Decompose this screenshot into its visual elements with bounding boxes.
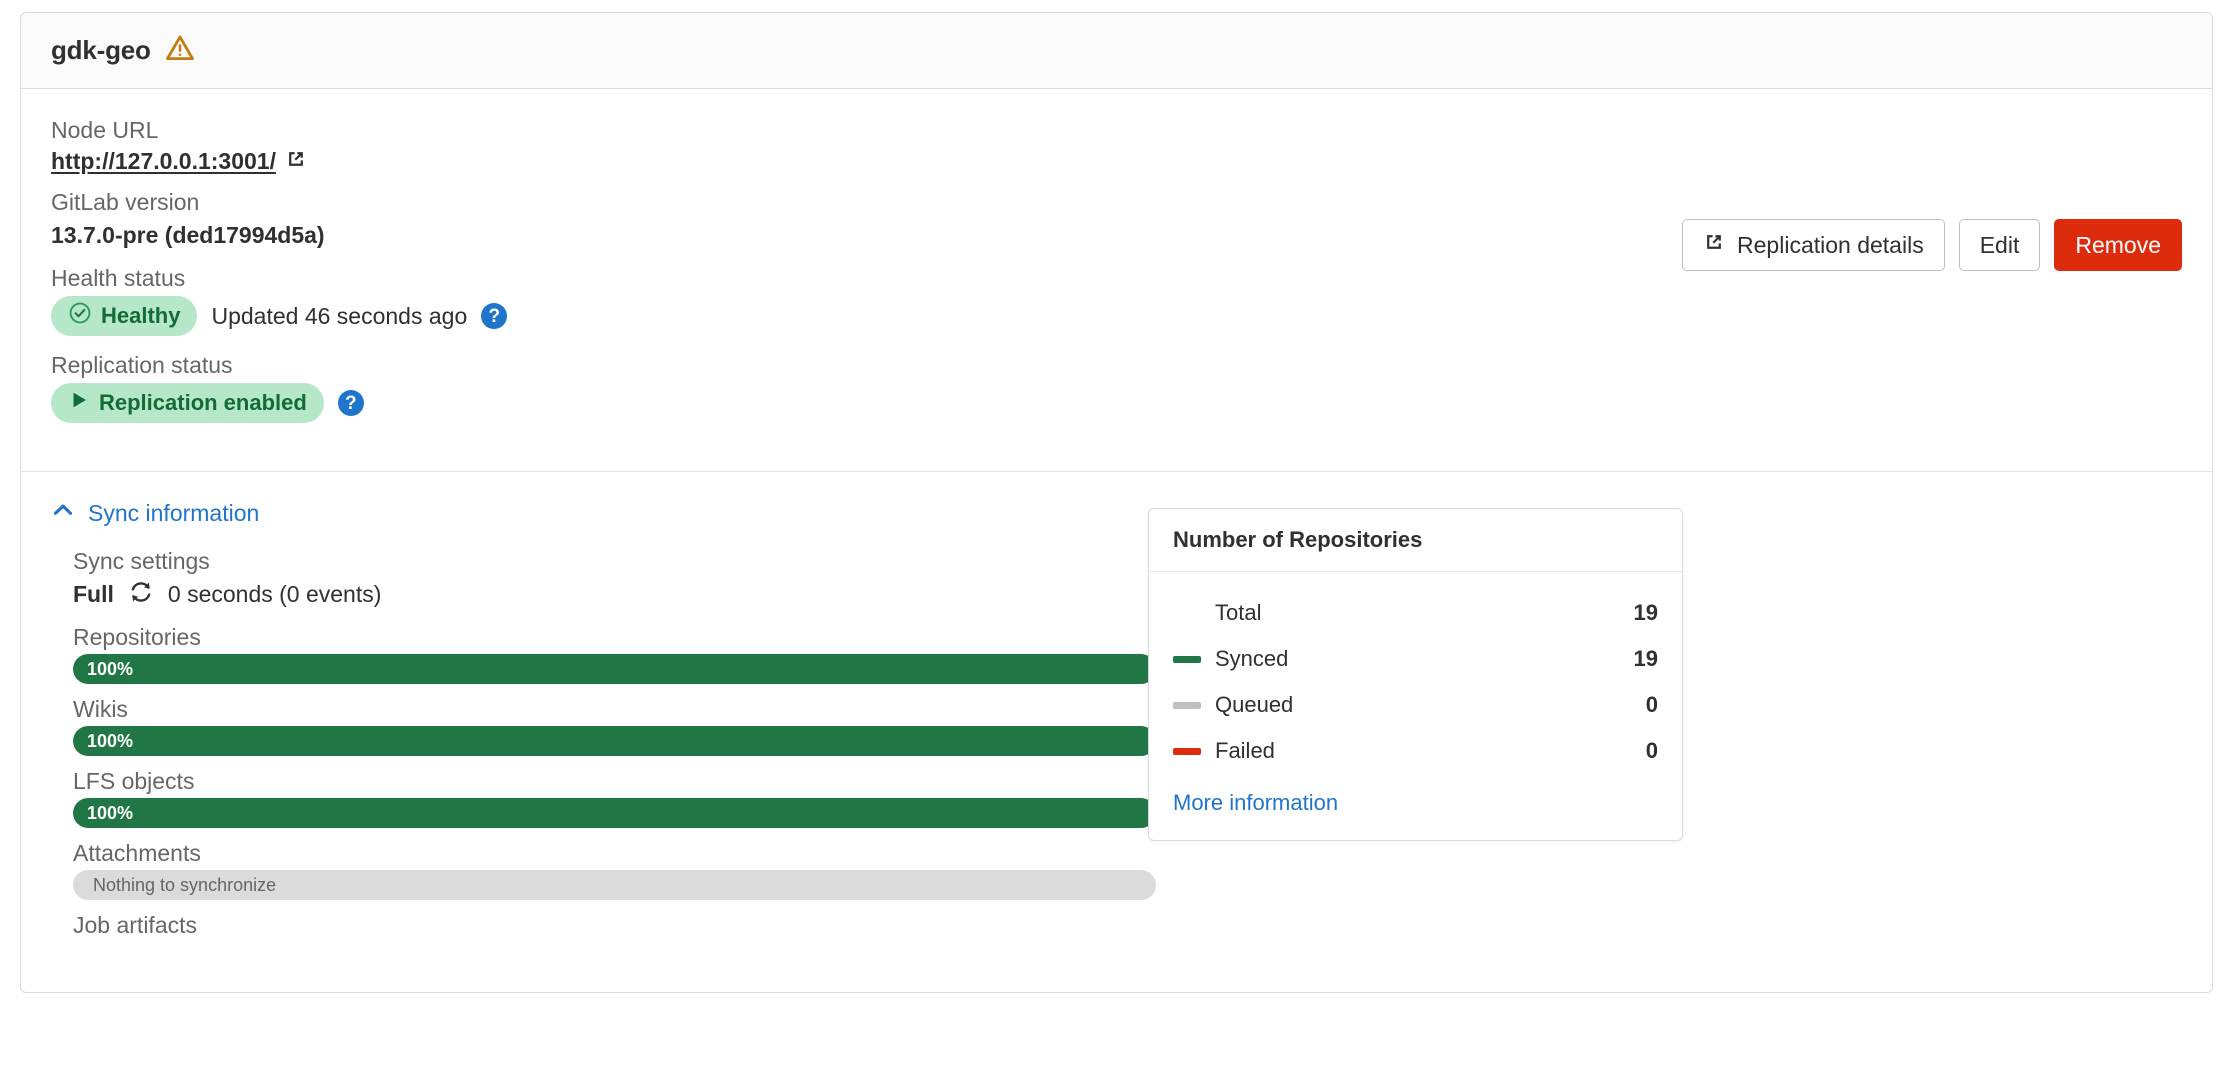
number-of-repositories-title: Number of Repositories — [1149, 509, 1682, 572]
edit-button-label: Edit — [1980, 232, 2020, 259]
number-of-repositories-card: Number of Repositories Total 19 Synced 1… — [1148, 508, 1683, 841]
progress-value-repositories: 100% — [87, 660, 133, 678]
legend-dash-failed — [1173, 748, 1201, 755]
sync-settings-row: Full 0 seconds (0 events) — [73, 579, 2182, 610]
repo-stat-value-total: 19 — [1634, 600, 1658, 626]
repo-stat-row-queued: Queued 0 — [1173, 682, 1658, 728]
replication-details-button[interactable]: Replication details — [1682, 219, 1945, 271]
replication-details-button-label: Replication details — [1737, 232, 1924, 259]
question-mark-icon[interactable]: ? — [481, 303, 507, 329]
sync-settings-meta: 0 seconds (0 events) — [168, 581, 382, 608]
progress-bar-attachments: Nothing to synchronize — [73, 870, 1156, 900]
more-information-link[interactable]: More information — [1173, 790, 1338, 816]
progress-bar-wikis: 100% — [73, 726, 1156, 756]
legend-dash-total — [1173, 610, 1201, 617]
progress-label-wikis: Wikis — [73, 696, 2182, 723]
health-status-row: Healthy Updated 46 seconds ago ? — [51, 296, 2182, 336]
check-circle-icon — [68, 301, 92, 331]
legend-dash-synced — [1173, 656, 1201, 663]
remove-button[interactable]: Remove — [2054, 219, 2182, 271]
number-of-repositories-body: Total 19 Synced 19 Queued 0 Failed 0 — [1149, 572, 1682, 840]
node-title: gdk-geo — [51, 35, 151, 66]
replication-status-row: Replication enabled ? — [51, 383, 2182, 423]
replication-status-badge: Replication enabled — [51, 383, 324, 423]
progress-label-attachments: Attachments — [73, 840, 2182, 867]
remove-button-label: Remove — [2075, 232, 2161, 259]
chevron-up-icon — [51, 498, 75, 528]
replication-status-label: Replication status — [51, 350, 2182, 381]
play-icon — [68, 389, 90, 417]
progress-label-lfs-objects: LFS objects — [73, 768, 2182, 795]
health-updated-text: Updated 46 seconds ago — [211, 303, 467, 330]
repo-stat-label-total: Total — [1215, 600, 1634, 626]
progress-label-repositories: Repositories — [73, 624, 2182, 651]
node-url-label: Node URL — [51, 115, 2182, 146]
repo-stat-row-total: Total 19 — [1173, 590, 1658, 636]
external-link-icon — [285, 148, 307, 175]
sync-information-content: Sync settings Full 0 seconds (0 events) … — [51, 548, 2182, 939]
repo-stat-label-failed: Failed — [1215, 738, 1646, 764]
sync-information-section: Sync information Sync settings Full 0 se… — [21, 472, 2212, 992]
warning-triangle-icon — [165, 33, 195, 68]
repo-stat-row-failed: Failed 0 — [1173, 728, 1658, 774]
progress-bar-repositories: 100% — [73, 654, 1156, 684]
progress-value-attachments: Nothing to synchronize — [93, 870, 276, 900]
repo-stat-value-synced: 19 — [1634, 646, 1658, 672]
retry-icon — [128, 579, 154, 610]
repo-stat-value-failed: 0 — [1646, 738, 1658, 764]
sync-settings-label: Sync settings — [73, 548, 2182, 575]
question-mark-icon[interactable]: ? — [338, 390, 364, 416]
node-url-row: http://127.0.0.1:3001/ — [51, 148, 2182, 175]
node-details-body: Node URL http://127.0.0.1:3001/ GitLab v… — [21, 89, 2212, 472]
repo-stat-row-synced: Synced 19 — [1173, 636, 1658, 682]
repo-stat-label-queued: Queued — [1215, 692, 1646, 718]
progress-label-job-artifacts: Job artifacts — [73, 912, 2182, 939]
health-status-badge: Healthy — [51, 296, 197, 336]
progress-value-wikis: 100% — [87, 732, 133, 750]
health-status-badge-label: Healthy — [101, 303, 180, 329]
progress-bar-lfs-objects: 100% — [73, 798, 1156, 828]
repo-stat-label-synced: Synced — [1215, 646, 1634, 672]
repo-stat-value-queued: 0 — [1646, 692, 1658, 718]
edit-button[interactable]: Edit — [1959, 219, 2041, 271]
gitlab-version-label: GitLab version — [51, 187, 2182, 218]
node-card-header: gdk-geo — [21, 13, 2212, 89]
node-actions: Replication details Edit Remove — [1682, 219, 2182, 271]
node-url-link[interactable]: http://127.0.0.1:3001/ — [51, 148, 276, 175]
external-link-icon — [1703, 231, 1725, 259]
legend-dash-queued — [1173, 702, 1201, 709]
geo-node-card: gdk-geo Node URL http://127.0.0.1:3001/ … — [20, 12, 2213, 993]
replication-status-badge-label: Replication enabled — [99, 390, 307, 416]
sync-settings-type: Full — [73, 581, 114, 608]
sync-information-toggle[interactable]: Sync information — [51, 498, 259, 528]
progress-value-lfs-objects: 100% — [87, 804, 133, 822]
sync-information-toggle-label: Sync information — [88, 500, 259, 527]
